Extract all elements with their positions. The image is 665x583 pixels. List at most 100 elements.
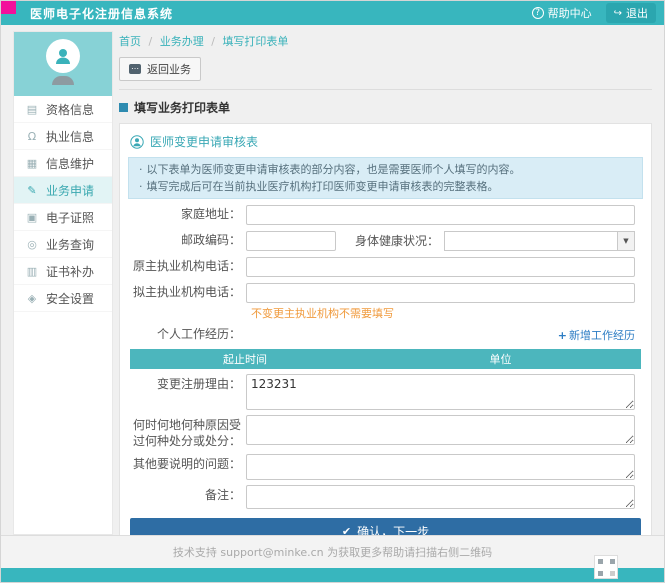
form-row-work-experience: 个人工作经历： + 新增工作经历 (128, 327, 643, 343)
other-issues-textarea[interactable] (246, 454, 635, 480)
form-row-remarks: 备注： (128, 485, 643, 509)
home-address-input[interactable] (246, 205, 635, 225)
sidebar: ▤ 资格信息 Ω 执业信息 ▦ 信息维护 ✎ 业务申请 ▣ 电子证照 (13, 31, 113, 535)
info-alert: ·以下表单为医师变更申请审核表的部分内容，也是需要医师个人填写的内容。 ·填写完… (128, 157, 643, 199)
add-work-experience-label: 新增工作经历 (569, 327, 635, 343)
work-experience-label: 个人工作经历： (128, 327, 246, 343)
form-row-new-phone: 拟主执业机构电话： (128, 282, 643, 303)
add-work-experience-link[interactable]: + 新增工作经历 (558, 327, 635, 343)
document-icon: ▥ (26, 265, 38, 278)
breadcrumb-business[interactable]: 业务办理 (160, 35, 204, 48)
breadcrumb-current: 填写打印表单 (222, 35, 288, 48)
health-status-label: 身体健康状况： (336, 232, 444, 249)
sidebar-item-electronic-certificate[interactable]: ▣ 电子证照 (14, 204, 112, 231)
sidebar-item-practice-info[interactable]: Ω 执业信息 (14, 123, 112, 150)
sidebar-menu: ▤ 资格信息 Ω 执业信息 ▦ 信息维护 ✎ 业务申请 ▣ 电子证照 (14, 96, 112, 312)
new-org-phone-hint: 不变更主执业机构不需要填写 (251, 305, 635, 321)
search-icon: ◎ (26, 238, 38, 251)
form-card-title: 医师变更申请审核表 (128, 130, 643, 157)
person-icon: Ω (26, 130, 38, 143)
postal-code-label: 邮政编码： (128, 233, 246, 249)
sidebar-item-business-query[interactable]: ◎ 业务查询 (14, 231, 112, 258)
footer-text: 技术支持 support@minke.cn 为获取更多帮助请扫描右侧二维码 (173, 544, 492, 560)
breadcrumb-home[interactable]: 首页 (119, 35, 141, 48)
form-row-change-reason: 变更注册理由： 123231 (128, 374, 643, 410)
app-window: 医师电子化注册信息系统 ? 帮助中心 ↪ 退出 (0, 0, 665, 583)
form-card: 医师变更申请审核表 ·以下表单为医师变更申请审核表的部分内容，也是需要医师个人填… (119, 123, 652, 555)
sidebar-item-label: 资格信息 (46, 101, 94, 118)
postal-code-input[interactable] (246, 231, 336, 251)
help-icon: ? (532, 7, 544, 19)
sidebar-item-label: 信息维护 (46, 155, 94, 172)
topbar-actions: ? 帮助中心 ↪ 退出 (532, 3, 664, 23)
qr-code (594, 555, 618, 579)
orig-org-phone-label: 原主执业机构电话： (128, 259, 246, 275)
sidebar-item-label: 安全设置 (46, 290, 94, 307)
grid-icon: ▦ (26, 157, 38, 170)
sidebar-item-label: 执业信息 (46, 128, 94, 145)
help-label: 帮助中心 (548, 5, 592, 21)
app-title: 医师电子化注册信息系统 (30, 5, 173, 22)
main-panel: 首页 / 业务办理 / 填写打印表单 ⋯ 返回业务 填写业务打印表单 (119, 25, 652, 555)
form-title-label: 医师变更申请审核表 (150, 133, 258, 150)
breadcrumb-separator: / (149, 35, 153, 48)
form-row-punishment: 何时何地何种原因受过何种处分或处分： (128, 415, 643, 449)
breadcrumb: 首页 / 业务办理 / 填写打印表单 (119, 33, 652, 49)
remarks-textarea[interactable] (246, 485, 635, 509)
sidebar-item-label: 业务申请 (46, 182, 94, 199)
avatar (46, 39, 80, 73)
top-bar: 医师电子化注册信息系统 ? 帮助中心 ↪ 退出 (1, 1, 664, 25)
column-header-unit: 单位 (360, 351, 641, 367)
new-org-phone-label: 拟主执业机构电话： (128, 285, 246, 301)
alert-line: ·以下表单为医师变更申请审核表的部分内容，也是需要医师个人填写的内容。 (139, 161, 632, 178)
section-title: 填写业务打印表单 (119, 99, 652, 116)
help-center-link[interactable]: ? 帮助中心 (532, 5, 592, 21)
doctor-form-icon (130, 135, 144, 149)
bullet-icon: · (139, 163, 143, 176)
logo-mark (1, 1, 16, 14)
orig-org-phone-input[interactable] (246, 257, 635, 277)
section-title-label: 填写业务打印表单 (134, 99, 230, 116)
punishment-label: 何时何地何种原因受过何种处分或处分： (128, 415, 246, 449)
sidebar-item-security-settings[interactable]: ◈ 安全设置 (14, 285, 112, 312)
certificate-icon: ▤ (26, 103, 38, 116)
divider (119, 89, 652, 90)
avatar-block (14, 32, 112, 96)
new-org-phone-input[interactable] (246, 283, 635, 303)
badge-icon: ▣ (26, 211, 38, 224)
logout-icon: ↪ (614, 8, 622, 19)
form-row-postal-health: 邮政编码： 身体健康状况： ▼ (128, 230, 643, 251)
footer: 技术支持 support@minke.cn 为获取更多帮助请扫描右侧二维码 (1, 535, 664, 568)
pencil-icon: ✎ (26, 184, 38, 197)
logout-button[interactable]: ↪ 退出 (606, 3, 656, 23)
sidebar-item-info-maintenance[interactable]: ▦ 信息维护 (14, 150, 112, 177)
logout-label: 退出 (626, 5, 648, 21)
content-area: ▤ 资格信息 Ω 执业信息 ▦ 信息维护 ✎ 业务申请 ▣ 电子证照 (1, 25, 664, 555)
section-square-icon (119, 103, 128, 112)
bottom-bar (1, 568, 664, 582)
bullet-icon: · (139, 180, 143, 193)
chevron-down-icon[interactable]: ▼ (617, 232, 634, 250)
return-business-button[interactable]: ⋯ 返回业务 (119, 57, 201, 81)
sidebar-item-business-application[interactable]: ✎ 业务申请 (14, 177, 112, 204)
doctor-avatar-icon (53, 46, 73, 66)
sidebar-item-label: 电子证照 (46, 209, 94, 226)
plus-icon: + (558, 329, 567, 342)
form-row-other-issues: 其他要说明的问题： (128, 454, 643, 480)
sidebar-item-certificate-reissue[interactable]: ▥ 证书补办 (14, 258, 112, 285)
sidebar-item-label: 证书补办 (46, 263, 94, 280)
home-address-label: 家庭地址： (128, 207, 246, 223)
change-reason-textarea[interactable]: 123231 (246, 374, 635, 410)
remarks-label: 备注： (128, 485, 246, 504)
other-issues-label: 其他要说明的问题： (128, 454, 246, 473)
column-header-period: 起止时间 (130, 351, 360, 367)
punishment-textarea[interactable] (246, 415, 635, 445)
form-row-orig-phone: 原主执业机构电话： (128, 256, 643, 277)
health-status-select[interactable]: ▼ (444, 231, 635, 251)
lock-icon: ◈ (26, 292, 38, 305)
change-reason-label: 变更注册理由： (128, 374, 246, 393)
sidebar-item-label: 业务查询 (46, 236, 94, 253)
sidebar-item-qualification-info[interactable]: ▤ 资格信息 (14, 96, 112, 123)
return-icon: ⋯ (129, 64, 141, 74)
breadcrumb-separator: / (211, 35, 215, 48)
